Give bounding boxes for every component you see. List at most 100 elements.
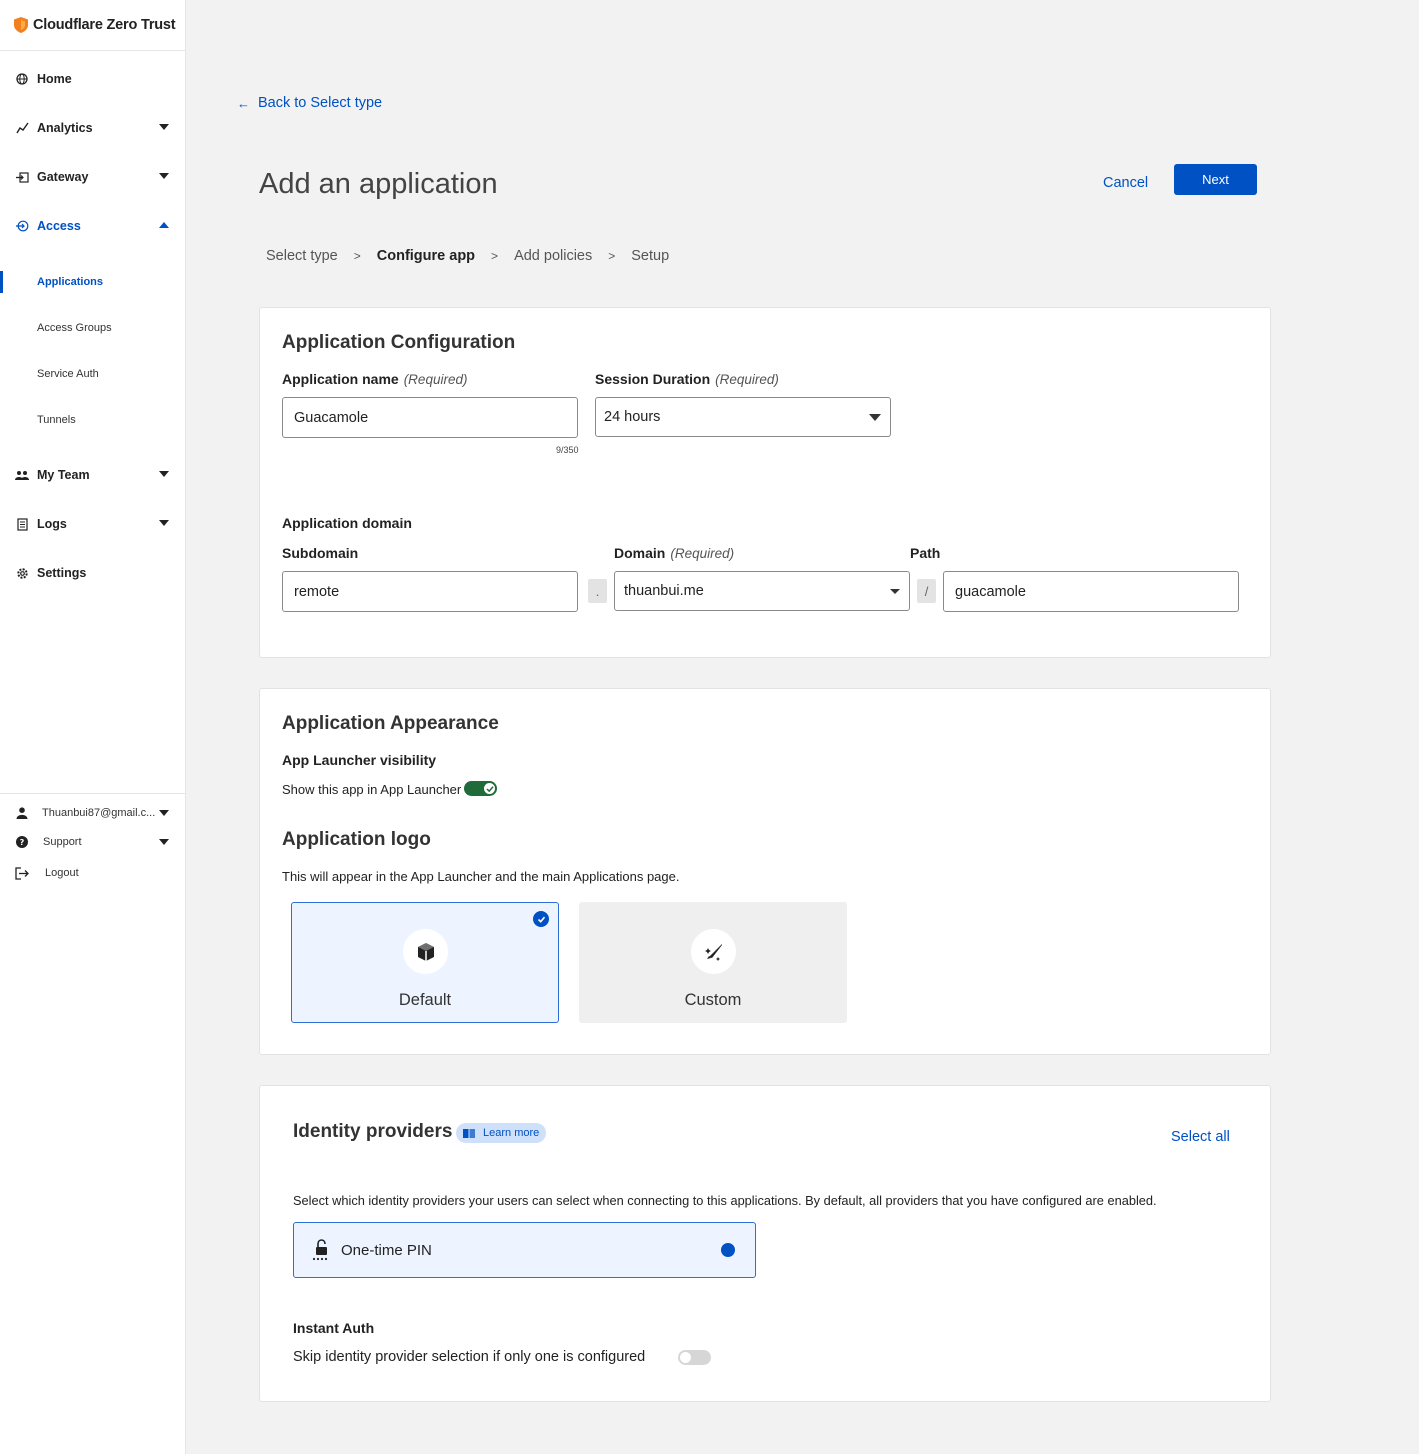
subdomain-input[interactable] [294, 583, 577, 600]
brand-title: Cloudflare Zero Trust [33, 17, 176, 33]
launcher-visibility-label: App Launcher visibility [282, 752, 437, 768]
chevron-up-icon [159, 222, 169, 228]
step-separator: > [491, 249, 499, 263]
sidebar-item-analytics[interactable]: Analytics [0, 116, 185, 140]
sidebar-subitem-label: Applications [37, 276, 104, 288]
account-menu[interactable]: Thuanbui87@gmail.c... [0, 803, 185, 823]
sidebar-subitem-applications[interactable]: Applications [0, 271, 185, 293]
sidebar-item-label: Logs [37, 517, 67, 531]
path-field[interactable] [943, 571, 1239, 612]
selected-radio-icon [721, 1243, 735, 1257]
logo-option-custom[interactable]: Custom [579, 902, 847, 1023]
learn-more-label: Learn more [483, 1127, 540, 1139]
identity-description: Select which identity providers your use… [293, 1193, 1157, 1208]
sidebar: Cloudflare Zero Trust Home Analytics Gat… [0, 0, 186, 1454]
cancel-button[interactable]: Cancel [1095, 170, 1156, 196]
instant-auth-toggle[interactable] [678, 1350, 711, 1365]
instant-auth-text: Skip identity provider selection if only… [293, 1349, 646, 1365]
brand[interactable]: Cloudflare Zero Trust [0, 0, 185, 51]
sidebar-subitem-access-groups[interactable]: Access Groups [0, 317, 185, 339]
launcher-toggle-label: Show this app in App Launcher [282, 782, 462, 797]
logo-option-label: Default [398, 991, 452, 1009]
sidebar-item-gateway[interactable]: Gateway [0, 165, 185, 189]
pin-lock-icon [312, 1239, 328, 1261]
stepper: Select type > Configure app > Add polici… [266, 248, 669, 264]
label-text: Domain [614, 545, 666, 561]
back-link[interactable]: ← Back to Select type [237, 95, 382, 111]
sidebar-item-logs[interactable]: Logs [0, 512, 185, 536]
sidebar-item-access[interactable]: Access [0, 214, 185, 238]
sidebar-item-my-team[interactable]: My Team [0, 463, 185, 487]
select-all-link[interactable]: Select all [1171, 1129, 1230, 1145]
subdomain-field[interactable] [282, 571, 578, 612]
application-appearance-card: Application Appearance App Launcher visi… [259, 688, 1271, 1055]
subdomain-label: Subdomain [282, 545, 359, 561]
app-name-field[interactable] [282, 397, 578, 438]
session-duration-select[interactable]: 24 hours [595, 397, 891, 437]
user-icon [15, 806, 29, 820]
cube-icon [403, 929, 448, 974]
sidebar-item-label: Access [37, 219, 81, 233]
svg-text:?: ? [20, 838, 25, 847]
next-button[interactable]: Next [1174, 164, 1257, 195]
help-icon: ? [15, 835, 29, 849]
label-text: Application name [282, 371, 399, 387]
checkmark-icon [533, 911, 549, 927]
sidebar-item-home[interactable]: Home [0, 67, 185, 91]
sidebar-subitem-label: Access Groups [37, 322, 112, 334]
logout-label: Logout [45, 867, 79, 879]
toggle-knob [680, 1352, 691, 1363]
sidebar-item-label: My Team [37, 468, 90, 482]
char-counter: 9/350 [556, 445, 579, 455]
logo-option-default[interactable]: Default [291, 902, 559, 1023]
logout-icon [15, 866, 29, 880]
path-input[interactable] [955, 583, 1238, 600]
cloudflare-logo-icon [14, 17, 28, 33]
identity-provider-one-time-pin[interactable]: One-time PIN [293, 1222, 756, 1278]
globe-icon [15, 72, 29, 86]
identity-provider-label: One-time PIN [341, 1242, 432, 1259]
path-label: Path [910, 545, 941, 561]
sidebar-subitem-tunnels[interactable]: Tunnels [0, 409, 185, 431]
sidebar-subitem-label: Service Auth [37, 368, 99, 380]
sidebar-item-label: Settings [37, 566, 87, 580]
check-icon [484, 783, 495, 794]
logout-link[interactable]: Logout [0, 863, 185, 883]
launcher-toggle[interactable] [464, 781, 497, 796]
sidebar-subitem-service-auth[interactable]: Service Auth [0, 363, 185, 385]
chevron-down-icon [159, 173, 169, 179]
pen-sparkle-icon [691, 929, 736, 974]
app-domain-heading: Application domain [282, 515, 412, 531]
required-hint: (Required) [670, 546, 735, 561]
dot-separator: . [588, 579, 607, 603]
sidebar-item-settings[interactable]: Settings [0, 561, 185, 585]
book-icon [463, 1129, 475, 1138]
analytics-icon [15, 121, 29, 135]
sidebar-item-label: Home [37, 72, 72, 86]
page-title: Add an application [259, 168, 498, 200]
chevron-down-icon [159, 810, 169, 816]
domain-select[interactable]: thuanbui.me [614, 571, 910, 611]
team-icon [15, 468, 29, 482]
arrow-left-icon: ← [237, 95, 250, 111]
step-setup: Setup [631, 248, 670, 264]
support-menu[interactable]: ? Support [0, 832, 185, 852]
app-name-input[interactable] [294, 409, 577, 426]
application-configuration-card: Application Configuration Application na… [259, 307, 1271, 658]
instant-auth-label: Instant Auth [293, 1320, 375, 1336]
sidebar-item-label: Analytics [37, 121, 93, 135]
logo-option-label: Custom [684, 991, 742, 1009]
label-text: Session Duration [595, 371, 711, 387]
chevron-down-icon [869, 414, 881, 421]
access-icon [15, 219, 29, 233]
step-add-policies: Add policies [514, 248, 593, 264]
learn-more-link[interactable]: Learn more [456, 1123, 547, 1143]
back-link-label: Back to Select type [258, 95, 383, 111]
domain-value: thuanbui.me [624, 583, 704, 599]
section-title: Application Appearance [282, 713, 499, 734]
step-select-type: Select type [266, 248, 338, 264]
domain-label: Domain (Required) [614, 545, 734, 561]
chevron-down-icon [890, 589, 900, 594]
chevron-down-icon [159, 839, 169, 845]
logo-description: This will appear in the App Launcher and… [282, 869, 680, 884]
